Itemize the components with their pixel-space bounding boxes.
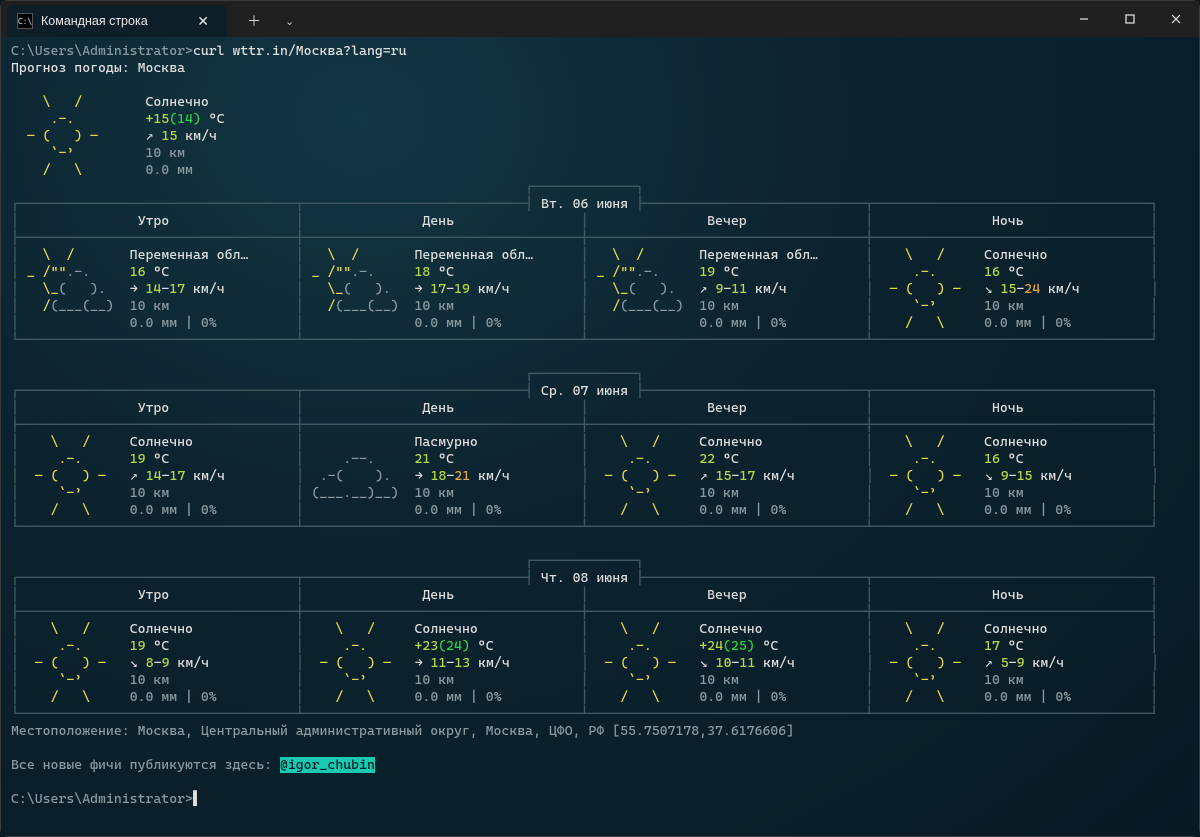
window-controls	[1061, 1, 1199, 37]
titlebar: C:\ Командная строка ✕ ＋ ⌄	[1, 1, 1199, 37]
terminal-icon: C:\	[17, 13, 33, 29]
tab-actions: ＋ ⌄	[237, 5, 304, 37]
tab-title: Командная строка	[41, 14, 183, 28]
close-window-button[interactable]	[1153, 1, 1199, 37]
tab-command-prompt[interactable]: C:\ Командная строка ✕	[7, 5, 227, 37]
maximize-button[interactable]	[1107, 1, 1153, 37]
close-tab-icon[interactable]: ✕	[191, 11, 215, 32]
new-tab-button[interactable]: ＋	[237, 7, 271, 35]
tab-dropdown-button[interactable]: ⌄	[275, 11, 304, 32]
terminal-output[interactable]: C:\Users\Administrator>curl wttr.in/Моск…	[1, 37, 1199, 836]
minimize-button[interactable]	[1061, 1, 1107, 37]
